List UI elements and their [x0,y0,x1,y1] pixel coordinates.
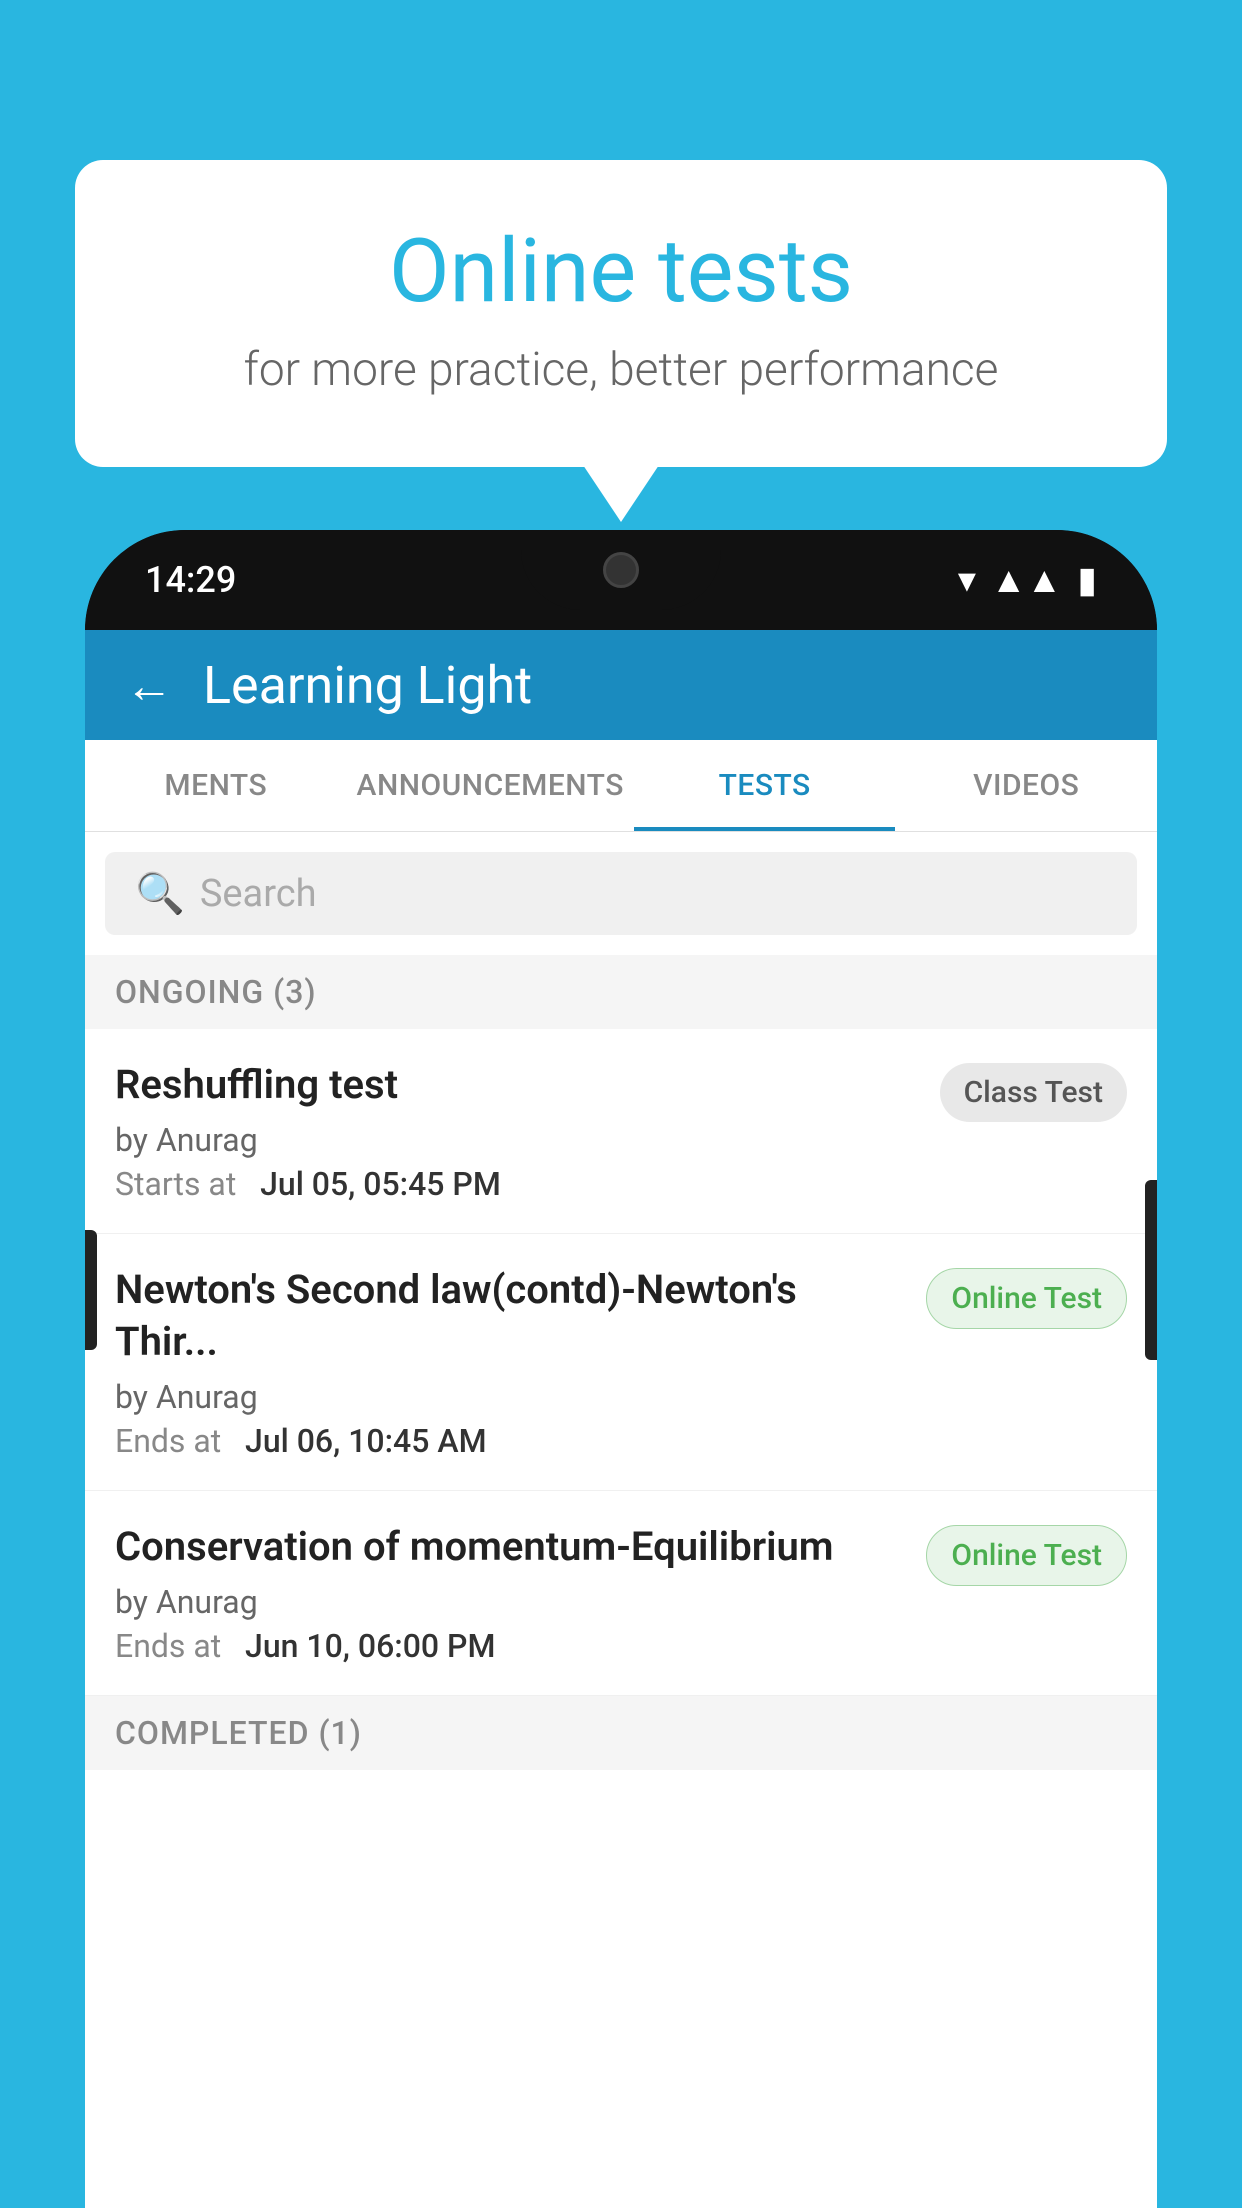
test-item[interactable]: Newton's Second law(contd)-Newton's Thir… [85,1234,1157,1491]
test-name: Conservation of momentum-Equilibrium [115,1521,906,1573]
online-test-badge: Online Test [926,1268,1127,1329]
test-info: Reshuffling test by Anurag Starts at Jul… [115,1059,920,1203]
signal-icon: ▲▲ [991,559,1062,601]
test-date: Starts at Jul 05, 05:45 PM [115,1165,920,1203]
promo-title: Online tests [135,220,1107,323]
completed-section-header: COMPLETED (1) [85,1696,1157,1770]
date-label: Ends at [115,1627,221,1665]
power-button [1145,1180,1157,1360]
promo-subtitle: for more practice, better performance [135,343,1107,397]
notch [521,530,721,610]
test-author: by Anurag [115,1583,906,1621]
test-info: Conservation of momentum-Equilibrium by … [115,1521,906,1665]
tab-videos[interactable]: VIDEOS [895,740,1157,831]
date-label: Starts at [115,1165,236,1203]
date-value: Jul 05, 05:45 PM [260,1165,501,1203]
test-author: by Anurag [115,1121,920,1159]
search-bar[interactable]: 🔍 Search [105,852,1137,935]
tab-tests[interactable]: TESTS [634,740,896,831]
online-test-badge-2: Online Test [926,1525,1127,1586]
speech-bubble: Online tests for more practice, better p… [75,160,1167,467]
back-button[interactable]: ← [125,657,173,714]
test-name: Newton's Second law(contd)-Newton's Thir… [115,1264,906,1368]
volume-button [85,1230,97,1350]
tab-ments[interactable]: MENTS [85,740,347,831]
search-icon: 🔍 [135,870,185,917]
tab-announcements[interactable]: ANNOUNCEMENTS [347,740,634,831]
test-item[interactable]: Conservation of momentum-Equilibrium by … [85,1491,1157,1696]
test-author: by Anurag [115,1378,906,1416]
date-value: Jul 06, 10:45 AM [245,1422,487,1460]
app-header: ← Learning Light [85,630,1157,740]
wifi-icon: ▾ [958,559,976,601]
time-display: 14:29 [145,559,236,601]
date-label: Ends at [115,1422,221,1460]
tabs-bar: MENTS ANNOUNCEMENTS TESTS VIDEOS [85,740,1157,832]
test-info: Newton's Second law(contd)-Newton's Thir… [115,1264,906,1460]
phone-frame: 14:29 ▾ ▲▲ ▮ ← Learning Light MENTS ANNO… [85,530,1157,2208]
app-screen: ← Learning Light MENTS ANNOUNCEMENTS TES… [85,630,1157,2208]
test-date: Ends at Jun 10, 06:00 PM [115,1627,906,1665]
camera [603,552,639,588]
test-item[interactable]: Reshuffling test by Anurag Starts at Jul… [85,1029,1157,1234]
battery-icon: ▮ [1077,559,1097,601]
ongoing-section-header: ONGOING (3) [85,955,1157,1029]
app-title: Learning Light [203,655,532,716]
test-date: Ends at Jul 06, 10:45 AM [115,1422,906,1460]
search-placeholder: Search [200,872,317,916]
status-icons: ▾ ▲▲ ▮ [958,559,1097,601]
status-bar: 14:29 ▾ ▲▲ ▮ [85,530,1157,630]
date-value: Jun 10, 06:00 PM [245,1627,495,1665]
test-name: Reshuffling test [115,1059,920,1111]
class-test-badge: Class Test [940,1063,1127,1122]
